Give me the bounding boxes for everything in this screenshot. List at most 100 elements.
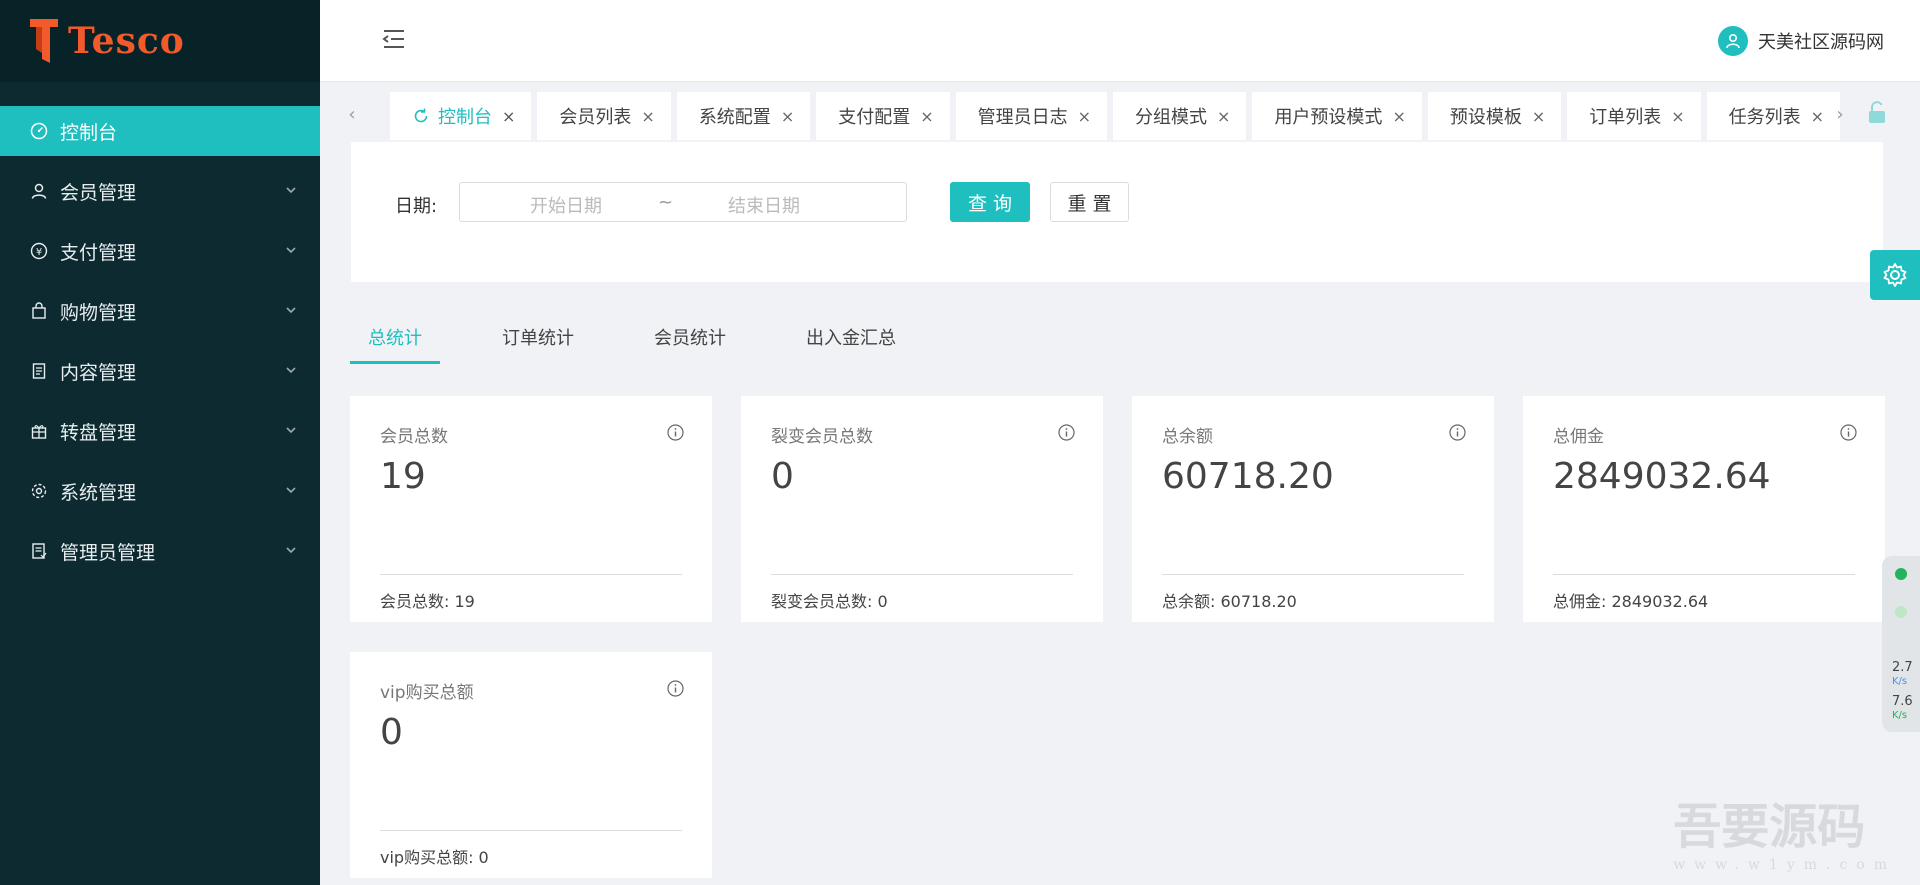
tabs-bar: ‹ 控制台 × 会员列表 × 系统配置 × 支付配置 × 管理员日志 × 分组模… — [320, 90, 1920, 140]
query-button[interactable]: 查 询 — [950, 182, 1030, 222]
tab-preset-template[interactable]: 预设模板 × — [1427, 92, 1562, 140]
card-title: 裂变会员总数 — [771, 427, 873, 447]
tabs-prev-button[interactable]: ‹ — [342, 104, 362, 126]
unlock-icon[interactable] — [1866, 100, 1888, 124]
document-icon — [30, 362, 48, 380]
tab-close-icon[interactable]: × — [1078, 107, 1091, 126]
tab-label: 订单列表 — [1589, 107, 1662, 128]
watermark-text: 吾要源码 — [1673, 799, 1866, 855]
tabs-next-button[interactable]: › — [1830, 104, 1850, 126]
sidebar-item-payment[interactable]: ¥ 支付管理 — [0, 226, 320, 276]
reset-button[interactable]: 重 置 — [1050, 182, 1129, 222]
date-label: 日期: — [395, 196, 438, 217]
tab-cash-flow-summary[interactable]: 出入金汇总 — [788, 316, 914, 364]
stat-card-vip-purchase-total: vip购买总额 0 vip购买总额: 0 — [350, 652, 712, 878]
start-date-input[interactable]: 开始日期 — [530, 192, 602, 218]
logo-text: Tesco — [68, 20, 185, 62]
tab-label: 控制台 — [438, 107, 492, 128]
tab-system-config[interactable]: 系统配置 × — [676, 92, 811, 140]
tab-member-list[interactable]: 会员列表 × — [537, 92, 671, 140]
tab-close-icon[interactable]: × — [1392, 107, 1405, 126]
tab-close-icon[interactable]: × — [1671, 107, 1684, 126]
tab-group-mode[interactable]: 分组模式 × — [1113, 92, 1247, 140]
sidebar-item-label: 购物管理 — [60, 301, 137, 324]
tab-close-icon[interactable]: × — [1811, 107, 1824, 126]
tab-order-list[interactable]: 订单列表 × — [1567, 92, 1701, 140]
sidebar-item-wheel[interactable]: 转盘管理 — [0, 406, 320, 456]
bag-icon — [30, 302, 48, 320]
tab-dashboard[interactable]: 控制台 × — [390, 92, 532, 140]
tab-task-list[interactable]: 任务列表 × — [1706, 92, 1841, 140]
tab-label: 系统配置 — [698, 107, 771, 128]
menu-toggle-icon[interactable] — [380, 26, 408, 52]
tab-close-icon[interactable]: × — [781, 107, 794, 126]
refresh-icon[interactable] — [412, 107, 430, 125]
tab-member-stats[interactable]: 会员统计 — [636, 316, 744, 364]
sidebar-item-dashboard[interactable]: 控制台 — [0, 106, 320, 156]
sidebar-item-label: 会员管理 — [60, 181, 137, 204]
sidebar-item-label: 系统管理 — [60, 481, 137, 504]
sidebar: Tesco 控制台 会员管理 ¥ 支付管理 购物管理 内容管理 转盘管理 系统管… — [0, 0, 320, 885]
sidebar-item-label: 控制台 — [60, 121, 118, 144]
sidebar-item-content[interactable]: 内容管理 — [0, 346, 320, 396]
tab-close-icon[interactable]: × — [502, 107, 515, 126]
end-date-input[interactable]: 结束日期 — [728, 192, 800, 218]
tab-label: 用户预设模式 — [1274, 107, 1383, 128]
sidebar-item-label: 转盘管理 — [60, 421, 137, 444]
card-title: 总佣金 — [1553, 427, 1604, 447]
sidebar-item-label: 支付管理 — [60, 241, 137, 264]
info-icon[interactable] — [667, 424, 684, 441]
download-speed: 7.6 — [1892, 694, 1913, 709]
sidebar-item-label: 内容管理 — [60, 361, 137, 384]
card-footer: 总余额: 60718.20 — [1162, 592, 1297, 611]
tab-close-icon[interactable]: × — [641, 107, 654, 126]
tab-total-stats[interactable]: 总统计 — [350, 316, 440, 364]
admin-list-icon — [30, 542, 48, 560]
info-icon[interactable] — [1840, 424, 1857, 441]
card-footer: 总佣金: 2849032.64 — [1553, 592, 1709, 611]
tab-user-preset-mode[interactable]: 用户预设模式 × — [1252, 92, 1422, 140]
info-icon[interactable] — [1449, 424, 1466, 441]
tab-label: 支付配置 — [838, 107, 911, 128]
network-speed-widget[interactable]: 2.7 K/s 7.6 K/s — [1882, 556, 1920, 732]
date-separator: ~ — [658, 192, 674, 213]
sidebar-item-members[interactable]: 会员管理 — [0, 166, 320, 216]
user-icon — [30, 182, 48, 200]
card-title: vip购买总额 — [380, 683, 474, 703]
gift-icon — [30, 422, 48, 440]
card-value: 19 — [380, 456, 426, 497]
stat-card-member-total: 会员总数 19 会员总数: 19 — [350, 396, 712, 622]
tab-close-icon[interactable]: × — [920, 107, 933, 126]
card-footer: 会员总数: 19 — [380, 592, 475, 611]
date-range-picker[interactable]: 开始日期 ~ 结束日期 — [459, 182, 907, 222]
upload-speed: 2.7 — [1892, 660, 1913, 675]
chevron-down-icon — [286, 427, 296, 434]
info-icon[interactable] — [1058, 424, 1075, 441]
sidebar-item-system[interactable]: 系统管理 — [0, 466, 320, 516]
stat-card-total-commission: 总佣金 2849032.64 总佣金: 2849032.64 — [1523, 396, 1885, 622]
tab-admin-log[interactable]: 管理员日志 × — [955, 92, 1108, 140]
divider — [380, 574, 682, 575]
status-dot — [1895, 568, 1907, 580]
tab-close-icon[interactable]: × — [1532, 107, 1545, 126]
divider — [771, 574, 1073, 575]
info-icon[interactable] — [667, 680, 684, 697]
sidebar-item-admins[interactable]: 管理员管理 — [0, 526, 320, 576]
tab-order-stats[interactable]: 订单统计 — [484, 316, 592, 364]
stat-card-total-balance: 总余额 60718.20 总余额: 60718.20 — [1132, 396, 1494, 622]
user-menu[interactable]: 天美社区源码网 — [1718, 26, 1884, 56]
tab-payment-config[interactable]: 支付配置 × — [816, 92, 950, 140]
filter-panel: 日期: 开始日期 ~ 结束日期 查 询 重 置 — [351, 142, 1883, 282]
divider — [1162, 574, 1464, 575]
sidebar-item-shopping[interactable]: 购物管理 — [0, 286, 320, 336]
watermark: 吾要源码 www.w1ym.com — [1673, 787, 1896, 873]
dashboard-icon — [30, 122, 48, 140]
card-value: 0 — [771, 456, 794, 497]
svg-text:¥: ¥ — [36, 247, 42, 258]
gear-icon — [1883, 263, 1907, 287]
chevron-down-icon — [286, 187, 296, 194]
logo[interactable]: Tesco — [0, 0, 320, 82]
tab-label: 分组模式 — [1135, 107, 1208, 128]
tab-close-icon[interactable]: × — [1217, 107, 1230, 126]
settings-float-button[interactable] — [1870, 250, 1920, 300]
